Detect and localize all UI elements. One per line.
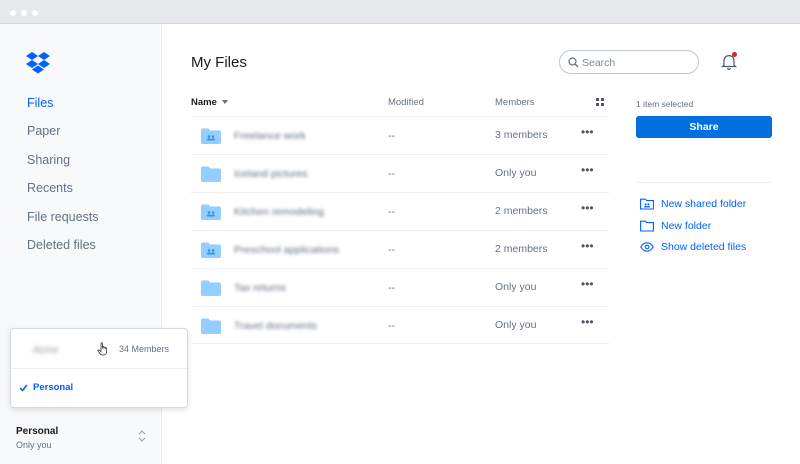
sidebar-item-paper[interactable]: Paper bbox=[27, 124, 60, 138]
file-modified: -- bbox=[388, 320, 395, 332]
page-title: My Files bbox=[191, 54, 247, 71]
checkmark-icon bbox=[19, 384, 28, 392]
file-modified: -- bbox=[388, 206, 395, 218]
grid-view-icon[interactable] bbox=[596, 98, 604, 106]
file-members: 2 members bbox=[495, 243, 548, 255]
table-row[interactable]: Preschool applications -- 2 members ••• bbox=[191, 230, 609, 268]
table-row[interactable]: Iceland pictures -- Only you ••• bbox=[191, 154, 609, 192]
team-switcher-popup: Acme 34 Members Personal bbox=[10, 328, 188, 408]
file-name: Preschool applications bbox=[234, 244, 340, 256]
team-members-count: 34 Members bbox=[119, 344, 170, 354]
search-box[interactable] bbox=[559, 50, 699, 74]
more-options-button[interactable]: ••• bbox=[581, 125, 594, 139]
more-options-button[interactable]: ••• bbox=[581, 277, 594, 291]
folder-icon bbox=[201, 166, 221, 182]
file-modified: -- bbox=[388, 130, 395, 142]
new-shared-folder-label: New shared folder bbox=[661, 198, 747, 210]
selection-status: 1 item selected bbox=[636, 99, 694, 109]
chevron-up-down-icon bbox=[138, 430, 146, 442]
show-deleted-files-label: Show deleted files bbox=[661, 241, 747, 253]
shared-folder-icon bbox=[201, 242, 221, 258]
column-header-modified[interactable]: Modified bbox=[388, 97, 424, 108]
sort-down-icon bbox=[221, 100, 228, 105]
eye-icon bbox=[640, 242, 654, 252]
team-option[interactable]: Acme 34 Members bbox=[11, 329, 187, 369]
divider bbox=[636, 182, 772, 183]
window-maximize-button[interactable] bbox=[32, 10, 38, 16]
file-name: Travel documents bbox=[234, 320, 318, 332]
account-subtitle: Only you bbox=[16, 440, 52, 450]
window-titlebar bbox=[0, 0, 800, 24]
share-button[interactable]: Share bbox=[636, 116, 772, 138]
file-modified: -- bbox=[388, 244, 395, 256]
hand-cursor-icon bbox=[97, 342, 107, 356]
sidebar-item-files[interactable]: Files bbox=[27, 96, 53, 110]
column-header-name-label: Name bbox=[191, 97, 217, 108]
window-close-button[interactable] bbox=[10, 10, 16, 16]
dropbox-logo-icon[interactable] bbox=[26, 50, 50, 74]
file-members: Only you bbox=[495, 319, 537, 331]
folder-icon bbox=[201, 280, 221, 296]
more-options-button[interactable]: ••• bbox=[581, 315, 594, 329]
more-options-button[interactable]: ••• bbox=[581, 201, 594, 215]
table-row[interactable]: Tax returns -- Only you ••• bbox=[191, 268, 609, 306]
search-icon bbox=[568, 57, 579, 68]
file-name: Freelance work bbox=[234, 130, 306, 142]
table-row[interactable]: Travel documents -- Only you ••• bbox=[191, 306, 609, 344]
table-row[interactable]: Kitchen remodeling -- 2 members ••• bbox=[191, 192, 609, 230]
file-name: Iceland pictures bbox=[234, 168, 308, 180]
shared-folder-icon bbox=[201, 204, 221, 220]
personal-option-label: Personal bbox=[33, 382, 74, 393]
file-members: 3 members bbox=[495, 129, 548, 141]
notification-dot bbox=[732, 52, 737, 57]
account-switcher[interactable]: Personal Only you bbox=[0, 420, 162, 460]
file-name: Tax returns bbox=[234, 282, 286, 294]
notifications-button[interactable] bbox=[719, 52, 739, 72]
more-options-button[interactable]: ••• bbox=[581, 239, 594, 253]
column-header-members[interactable]: Members bbox=[495, 97, 535, 108]
personal-option[interactable]: Personal bbox=[11, 369, 187, 407]
file-members: Only you bbox=[495, 167, 537, 179]
file-name: Kitchen remodeling bbox=[234, 206, 324, 218]
file-modified: -- bbox=[388, 168, 395, 180]
file-members: Only you bbox=[495, 281, 537, 293]
new-folder-label: New folder bbox=[661, 220, 712, 232]
folder-outline-icon bbox=[640, 220, 654, 232]
folder-icon bbox=[201, 318, 221, 334]
account-name: Personal bbox=[16, 426, 59, 437]
sidebar-item-deleted-files[interactable]: Deleted files bbox=[27, 238, 96, 252]
file-modified: -- bbox=[388, 282, 395, 294]
file-members: 2 members bbox=[495, 205, 548, 217]
window-minimize-button[interactable] bbox=[21, 10, 27, 16]
shared-folder-icon bbox=[201, 128, 221, 144]
shared-folder-plus-icon bbox=[640, 198, 654, 210]
more-options-button[interactable]: ••• bbox=[581, 163, 594, 177]
team-name: Acme bbox=[33, 345, 59, 356]
column-header-name[interactable]: Name bbox=[191, 97, 228, 108]
sidebar-item-recents[interactable]: Recents bbox=[27, 181, 73, 195]
sidebar-item-sharing[interactable]: Sharing bbox=[27, 153, 70, 167]
table-row[interactable]: Freelance work -- 3 members ••• bbox=[191, 116, 609, 154]
sidebar-item-file-requests[interactable]: File requests bbox=[27, 210, 99, 224]
search-input[interactable] bbox=[582, 55, 692, 70]
